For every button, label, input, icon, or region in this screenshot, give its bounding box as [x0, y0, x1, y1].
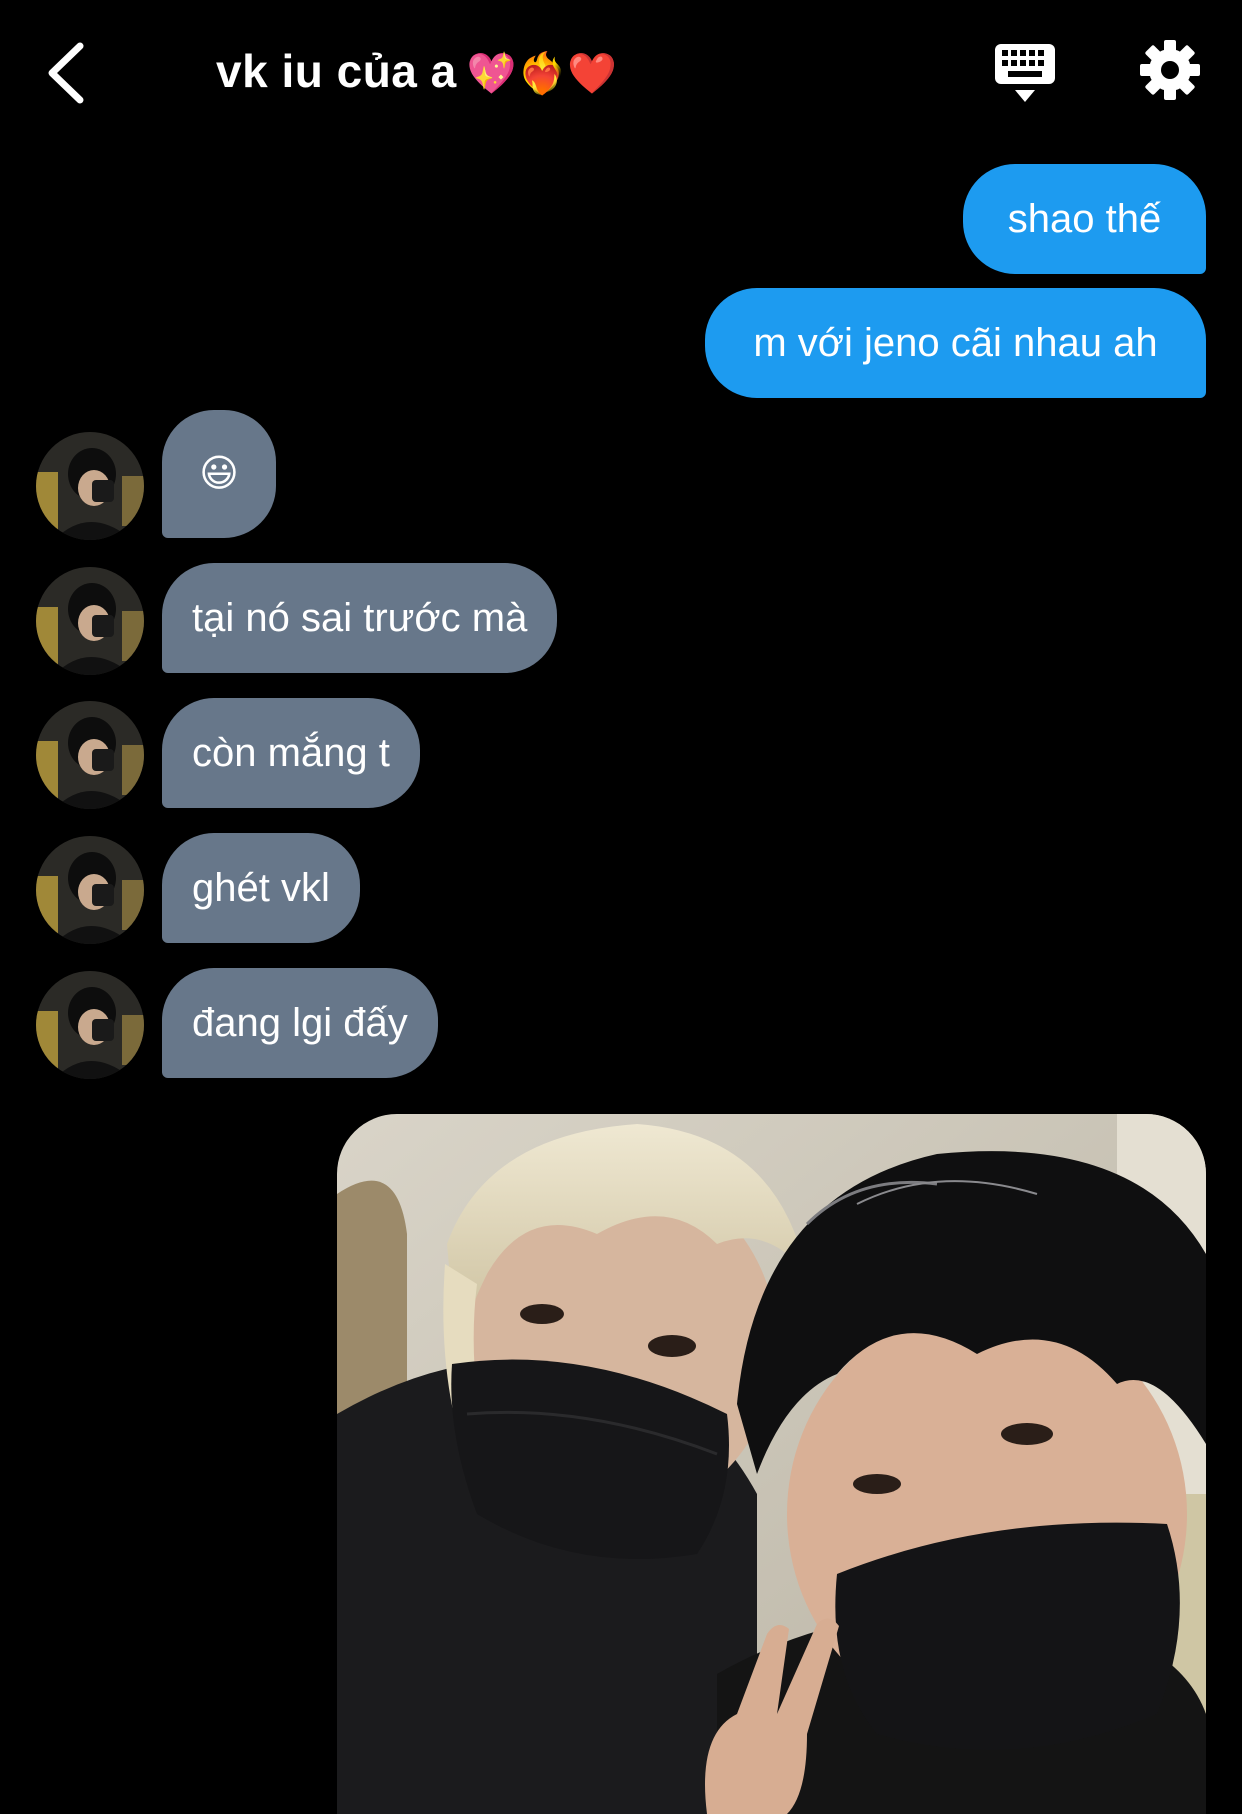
chat-header: vk iu của a 💖❤️‍🔥❤️ [0, 0, 1242, 140]
message-text: đang lgi đấy [192, 1001, 408, 1045]
message-bubble-received[interactable]: 😃 [162, 410, 276, 538]
conversation-title[interactable]: vk iu của a 💖❤️‍🔥❤️ [216, 44, 618, 98]
message-text: shao thế [1007, 197, 1162, 241]
title-emoji: 💖❤️‍🔥❤️ [466, 52, 618, 96]
message-bubble-received[interactable]: đang lgi đấy [162, 968, 438, 1078]
avatar[interactable] [36, 567, 144, 675]
chevron-left-icon [48, 42, 84, 104]
message-text: 😃 [199, 453, 239, 495]
avatar-image [36, 432, 144, 540]
message-text: tại nó sai trước mà [192, 596, 528, 640]
avatar-image [36, 971, 144, 1079]
message-bubble-sent[interactable]: shao thế [963, 164, 1206, 274]
avatar-image [36, 701, 144, 809]
message-bubble-sent[interactable]: m với jeno cãi nhau ah [705, 288, 1206, 398]
back-button[interactable] [40, 38, 100, 108]
message-bubble-received[interactable]: ghét vkl [162, 833, 360, 943]
avatar[interactable] [36, 701, 144, 809]
selfie-image [337, 1114, 1206, 1814]
avatar[interactable] [36, 432, 144, 540]
conversation-title-text: vk iu của a [216, 45, 457, 97]
message-text: m với jeno cãi nhau ah [753, 321, 1158, 365]
avatar-image [36, 836, 144, 944]
keyboard-icon [995, 44, 1055, 102]
settings-button[interactable] [1138, 38, 1202, 102]
message-bubble-received[interactable]: còn mắng t [162, 698, 420, 808]
keyboard-button[interactable] [992, 40, 1058, 106]
avatar[interactable] [36, 836, 144, 944]
avatar[interactable] [36, 971, 144, 1079]
message-bubble-received[interactable]: tại nó sai trước mà [162, 563, 558, 673]
message-text: ghét vkl [192, 866, 330, 910]
sent-photo[interactable] [337, 1114, 1206, 1814]
avatar-image [36, 567, 144, 675]
gear-icon [1140, 40, 1200, 100]
message-text: còn mắng t [192, 731, 390, 775]
